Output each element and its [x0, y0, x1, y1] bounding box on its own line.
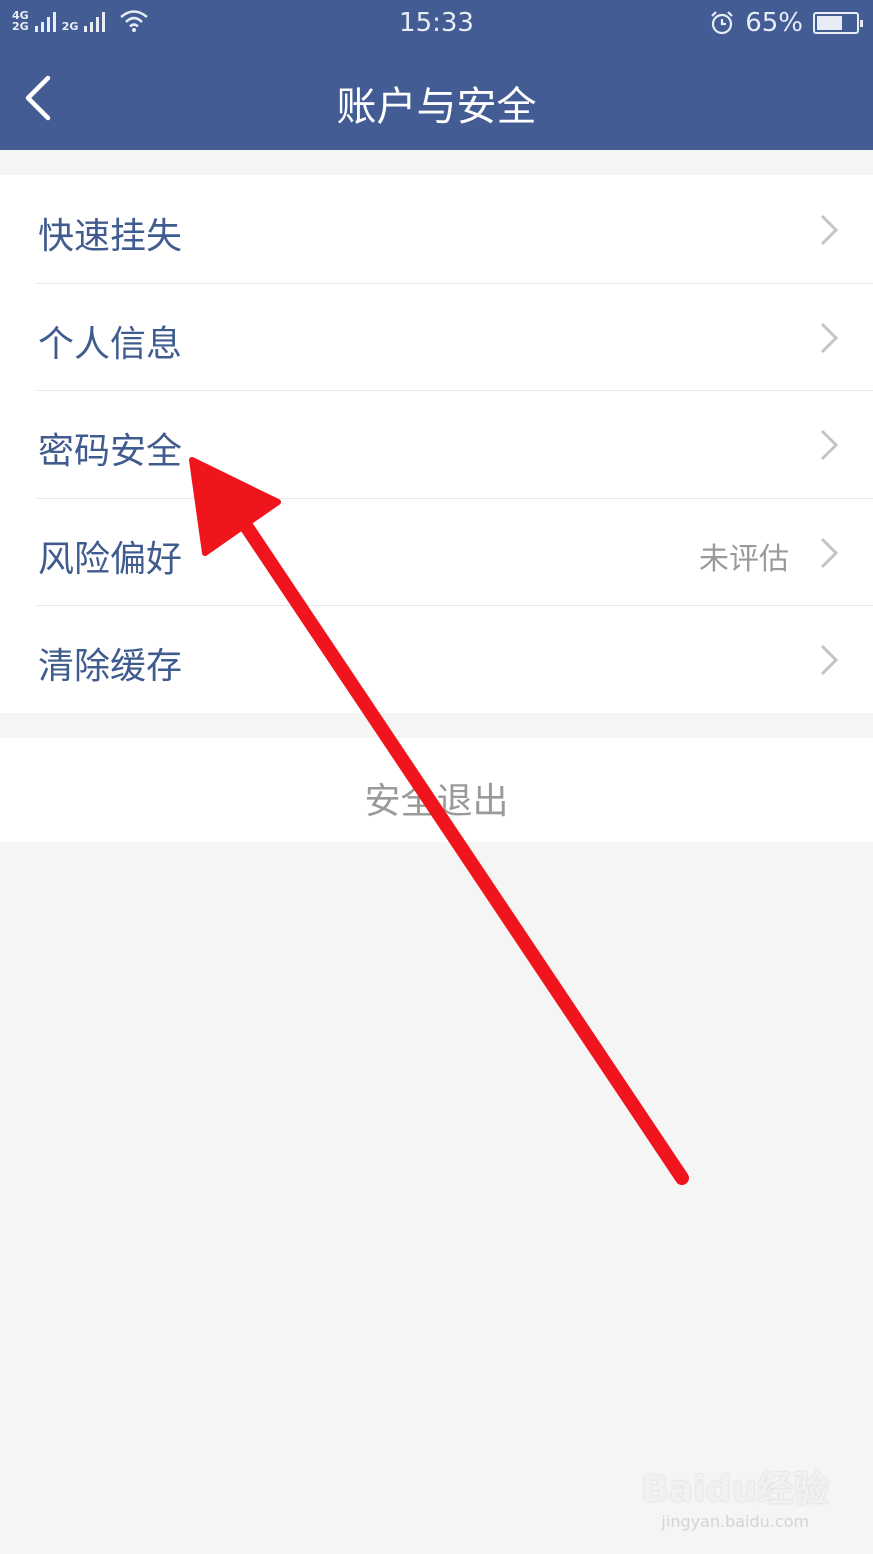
menu-item-clear-cache[interactable]: 清除缓存: [0, 605, 873, 713]
watermark-logo: Baidu经验: [641, 1469, 829, 1510]
chevron-right-icon: [820, 322, 839, 353]
menu-item-value: 未评估: [699, 541, 789, 577]
menu-item-label: 风险偏好: [38, 538, 183, 580]
battery-percent: 65%: [745, 8, 803, 38]
chevron-right-icon: [820, 214, 839, 246]
watermark-url: jingyan.baidu.com: [661, 1512, 810, 1531]
menu-item-quick-report-loss[interactable]: 快速挂失: [0, 175, 873, 283]
chevron-right-icon: [820, 537, 839, 568]
menu-item-label: 清除缓存: [38, 646, 183, 688]
menu-item-label: 个人信息: [38, 323, 183, 365]
status-bar: 4G 2G 2G 15:33 65%: [0, 0, 873, 48]
menu-item-label: 密码安全: [38, 431, 183, 473]
chevron-right-icon: [820, 645, 839, 676]
battery-fill: [817, 16, 842, 30]
app-header: 4G 2G 2G 15:33 65% 账户与安全: [0, 0, 873, 150]
menu-item-risk-preference[interactable]: 风险偏好 未评估: [0, 497, 873, 606]
menu-item-label: 快速挂失: [38, 216, 183, 257]
logout-label: 安全退出: [364, 781, 509, 822]
page-title: 账户与安全: [336, 84, 537, 130]
status-right: 65%: [709, 8, 863, 38]
watermark: Baidu经验 jingyan.baidu.com: [642, 1460, 829, 1531]
chevron-right-icon: [820, 430, 839, 461]
menu-item-password-security[interactable]: 密码安全: [0, 390, 873, 498]
alarm-clock-icon: [711, 11, 733, 35]
battery-icon: [813, 12, 863, 34]
nav-bar: 账户与安全: [0, 48, 873, 150]
settings-menu: 快速挂失 个人信息 密码安全 风险偏好 未评估 清除缓存: [0, 175, 873, 713]
menu-item-personal-info[interactable]: 个人信息: [0, 282, 873, 391]
logout-button[interactable]: 安全退出: [0, 738, 873, 842]
